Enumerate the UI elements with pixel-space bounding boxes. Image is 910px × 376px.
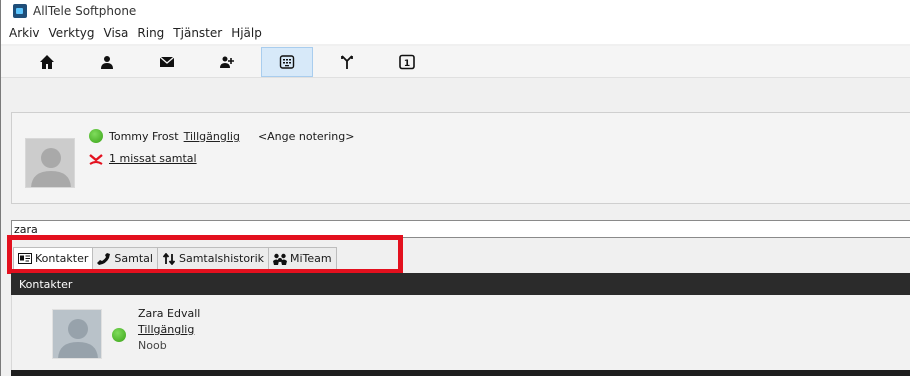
contacts-button[interactable] (81, 47, 133, 77)
contact-name: Zara Edvall (138, 307, 201, 320)
available-status-icon (112, 328, 126, 342)
tab-label: Samtal (114, 252, 153, 265)
contacts-list-header: Kontakter (11, 273, 910, 295)
window-title: AllTele Softphone (33, 4, 137, 18)
menu-verktyg[interactable]: Verktyg (45, 26, 99, 40)
note-field[interactable]: <Ange notering> (258, 130, 355, 143)
contact-avatar (52, 309, 102, 359)
missed-call-icon (89, 153, 103, 165)
contacts-card-icon (18, 253, 32, 265)
transfer-icon (341, 54, 353, 69)
contact-availability-link[interactable]: Tillgänglig (138, 323, 194, 336)
tab-label: MiTeam (290, 252, 332, 265)
envelope-icon (159, 56, 175, 67)
tab-kontakter[interactable]: Kontakter (13, 247, 94, 269)
avatar-silhouette-icon (53, 310, 101, 358)
phone-handset-icon (97, 252, 111, 265)
queue-count: 1 (404, 59, 410, 69)
main-tabs: Kontakter Samtal Samtalshistorik MiTeam (13, 247, 337, 269)
messages-button[interactable] (141, 47, 193, 77)
home-button[interactable] (21, 47, 73, 77)
tab-samtal[interactable]: Samtal (92, 247, 158, 269)
app-logo-icon (13, 4, 27, 18)
user-name: Tommy Frost (109, 129, 179, 143)
transfer-button[interactable] (321, 47, 373, 77)
tab-samtalshistorik[interactable]: Samtalshistorik (156, 247, 269, 269)
menu-tjanster[interactable]: Tjänster (169, 26, 226, 40)
number-one-icon: 1 (399, 54, 415, 69)
list-footer-bar (11, 370, 910, 376)
avatar-silhouette-icon (26, 139, 74, 187)
person-icon (101, 55, 113, 69)
title-bar: AllTele Softphone (1, 0, 910, 22)
menu-bar: Arkiv Verktyg Visa Ring Tjänster Hjälp (1, 22, 910, 44)
queue-button[interactable]: 1 (381, 47, 433, 77)
tab-miteam[interactable]: MiTeam (268, 247, 337, 269)
contacts-list: Zara Edvall Tillgänglig Noob (11, 295, 910, 370)
available-status-icon (89, 129, 103, 143)
contact-note: Noob (138, 339, 167, 352)
missed-calls-link[interactable]: 1 missat samtal (109, 152, 197, 165)
user-status-row: Tommy Frost Tillgänglig <Ange notering> (89, 129, 354, 143)
dialpad-icon (279, 54, 295, 69)
menu-visa[interactable]: Visa (100, 26, 133, 40)
tab-label: Kontakter (35, 252, 89, 265)
add-contact-button[interactable] (201, 47, 253, 77)
history-arrows-icon (162, 252, 176, 265)
user-avatar[interactable] (25, 138, 75, 188)
menu-arkiv[interactable]: Arkiv (5, 26, 44, 40)
softphone-window: AllTele Softphone Arkiv Verktyg Visa Rin… (0, 0, 910, 376)
search-input[interactable] (11, 220, 910, 238)
main-toolbar: 1 (1, 46, 910, 78)
menu-hjalp[interactable]: Hjälp (227, 26, 266, 40)
add-person-icon (220, 56, 234, 68)
availability-link[interactable]: Tillgänglig (184, 130, 240, 143)
dialpad-button[interactable] (261, 46, 313, 77)
team-icon (273, 253, 287, 265)
missed-calls-row: 1 missat samtal (89, 152, 197, 165)
home-icon (40, 54, 54, 69)
menu-ring[interactable]: Ring (133, 26, 168, 40)
tab-label: Samtalshistorik (178, 252, 264, 265)
